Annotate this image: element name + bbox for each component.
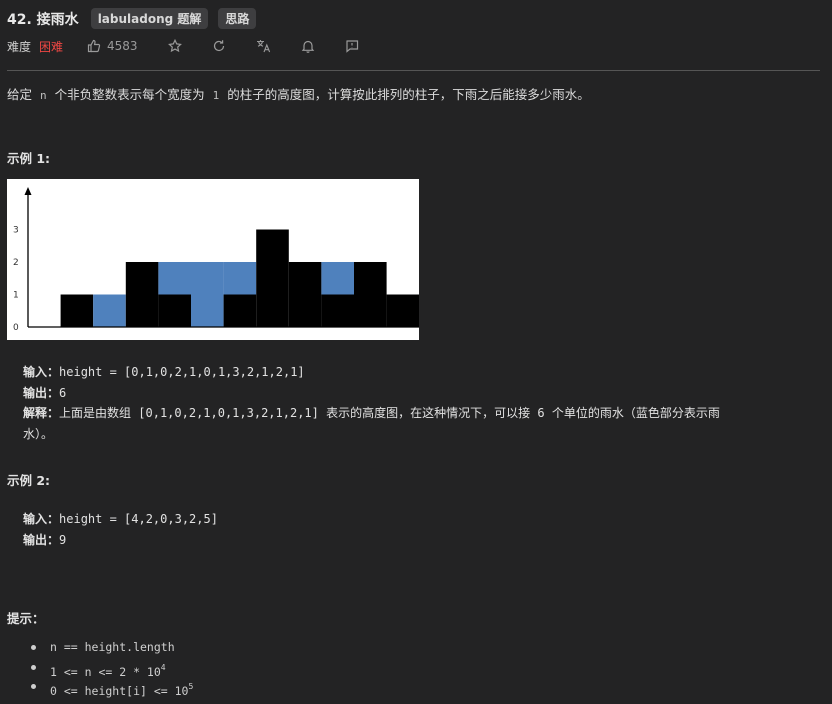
example2-block: 输入：height = [4,2,0,3,2,5] 输出：9 (23, 509, 218, 550)
desc-code-n: n (40, 89, 47, 102)
explain-text-c: 表示的高度图，在这种情况下，可以接 (326, 406, 531, 420)
example2-input-value: height = [4,2,0,3,2,5] (59, 512, 218, 526)
example1-input-label: 输入： (23, 365, 60, 379)
constraint-item: n == height.length (30, 638, 193, 658)
difficulty-badge: 困难 (39, 39, 64, 54)
water-bar (223, 262, 257, 295)
y-axis-arrow (24, 187, 32, 195)
water-bar (93, 294, 126, 327)
desc-suffix: 的柱子的高度图，计算按此排列的柱子，下雨之后能接多少雨水。 (227, 87, 590, 102)
difficulty-label: 难度 (7, 39, 32, 54)
elevation-map-svg: 0 1 2 3 (13, 187, 420, 333)
problem-title: 42. 接雨水 (7, 11, 79, 28)
y-tick-label: 3 (13, 226, 19, 236)
translate-icon[interactable] (256, 39, 271, 53)
example1-block: 输入：height = [0,1,0,2,1,0,1,3,2,1,2,1] 输出… (23, 362, 720, 444)
refresh-icon[interactable] (212, 39, 226, 53)
tag-labuladong[interactable]: labuladong 题解 (90, 8, 209, 29)
explain-array: [0,1,0,2,1,0,1,3,2,1,2,1] (138, 406, 319, 420)
water-bar (158, 262, 191, 295)
elevation-bar (223, 294, 257, 327)
constraints-title: 提示： (7, 611, 45, 626)
example1-input-value: height = [0,1,0,2,1,0,1,3,2,1,2,1] (59, 365, 305, 379)
constraints-list: n == height.length 1 <= n <= 2 * 104 0 <… (30, 638, 194, 698)
water-bar (321, 262, 354, 295)
example2-output-value: 9 (59, 532, 67, 547)
tag-hint[interactable]: 思路 (218, 8, 257, 29)
constraint-item: 0 <= height[i] <= 105 (30, 677, 194, 698)
y-tick-label: 2 (13, 258, 19, 268)
elevation-bar (386, 294, 420, 327)
header-divider (7, 70, 820, 71)
y-tick-label: 1 (13, 291, 19, 301)
explain-text-a: 上面是由数组 (59, 406, 132, 420)
desc-code-one: 1 (212, 89, 220, 102)
explain-value: 6 (537, 406, 545, 420)
thumbs-up-icon[interactable] (87, 39, 101, 53)
problem-meta: 难度 困难 4583 (7, 38, 389, 54)
constraint-2-exp: 4 (160, 662, 166, 672)
problem-header: 42. 接雨水 labuladong 题解 思路 (7, 8, 266, 29)
bell-icon[interactable] (301, 39, 315, 53)
example1-output-value: 6 (59, 385, 67, 400)
explain-line2: 水）。 (23, 426, 54, 441)
example1-explain-label: 解释： (23, 406, 60, 420)
example2-title: 示例 2: (7, 473, 51, 488)
water-bar (191, 262, 224, 327)
elevation-bar (256, 229, 289, 327)
constraint-1: n == height.length (50, 640, 175, 654)
constraint-3: 0 <= height[i] <= 10 (50, 684, 189, 698)
constraint-item: 1 <= n <= 2 * 104 (30, 658, 193, 679)
elevation-bar (354, 262, 387, 327)
elevation-bar (321, 294, 354, 327)
desc-middle: 个非负整数表示每个宽度为 (54, 87, 205, 102)
feedback-icon[interactable] (345, 39, 359, 53)
explain-text-e: 个单位的雨水（蓝色部分表示雨 (551, 406, 720, 420)
example1-output-label: 输出： (23, 385, 60, 400)
elevation-bar (125, 262, 159, 327)
constraint-3-exp: 5 (188, 682, 194, 691)
like-count: 4583 (107, 39, 138, 53)
elevation-bar (158, 294, 191, 327)
y-tick-label: 0 (13, 323, 19, 333)
problem-description: 给定 n 个非负整数表示每个宽度为 1 的柱子的高度图，计算按此排列的柱子，下雨… (7, 84, 590, 103)
example2-input-label: 输入： (23, 512, 60, 526)
example2-output-label: 输出： (23, 532, 60, 547)
star-icon[interactable] (167, 39, 182, 53)
example1-title: 示例 1: (7, 151, 51, 166)
desc-prefix: 给定 (7, 87, 33, 102)
elevation-bar (60, 294, 94, 327)
elevation-map-chart: 0 1 2 3 (7, 179, 420, 340)
elevation-bar (288, 262, 322, 327)
